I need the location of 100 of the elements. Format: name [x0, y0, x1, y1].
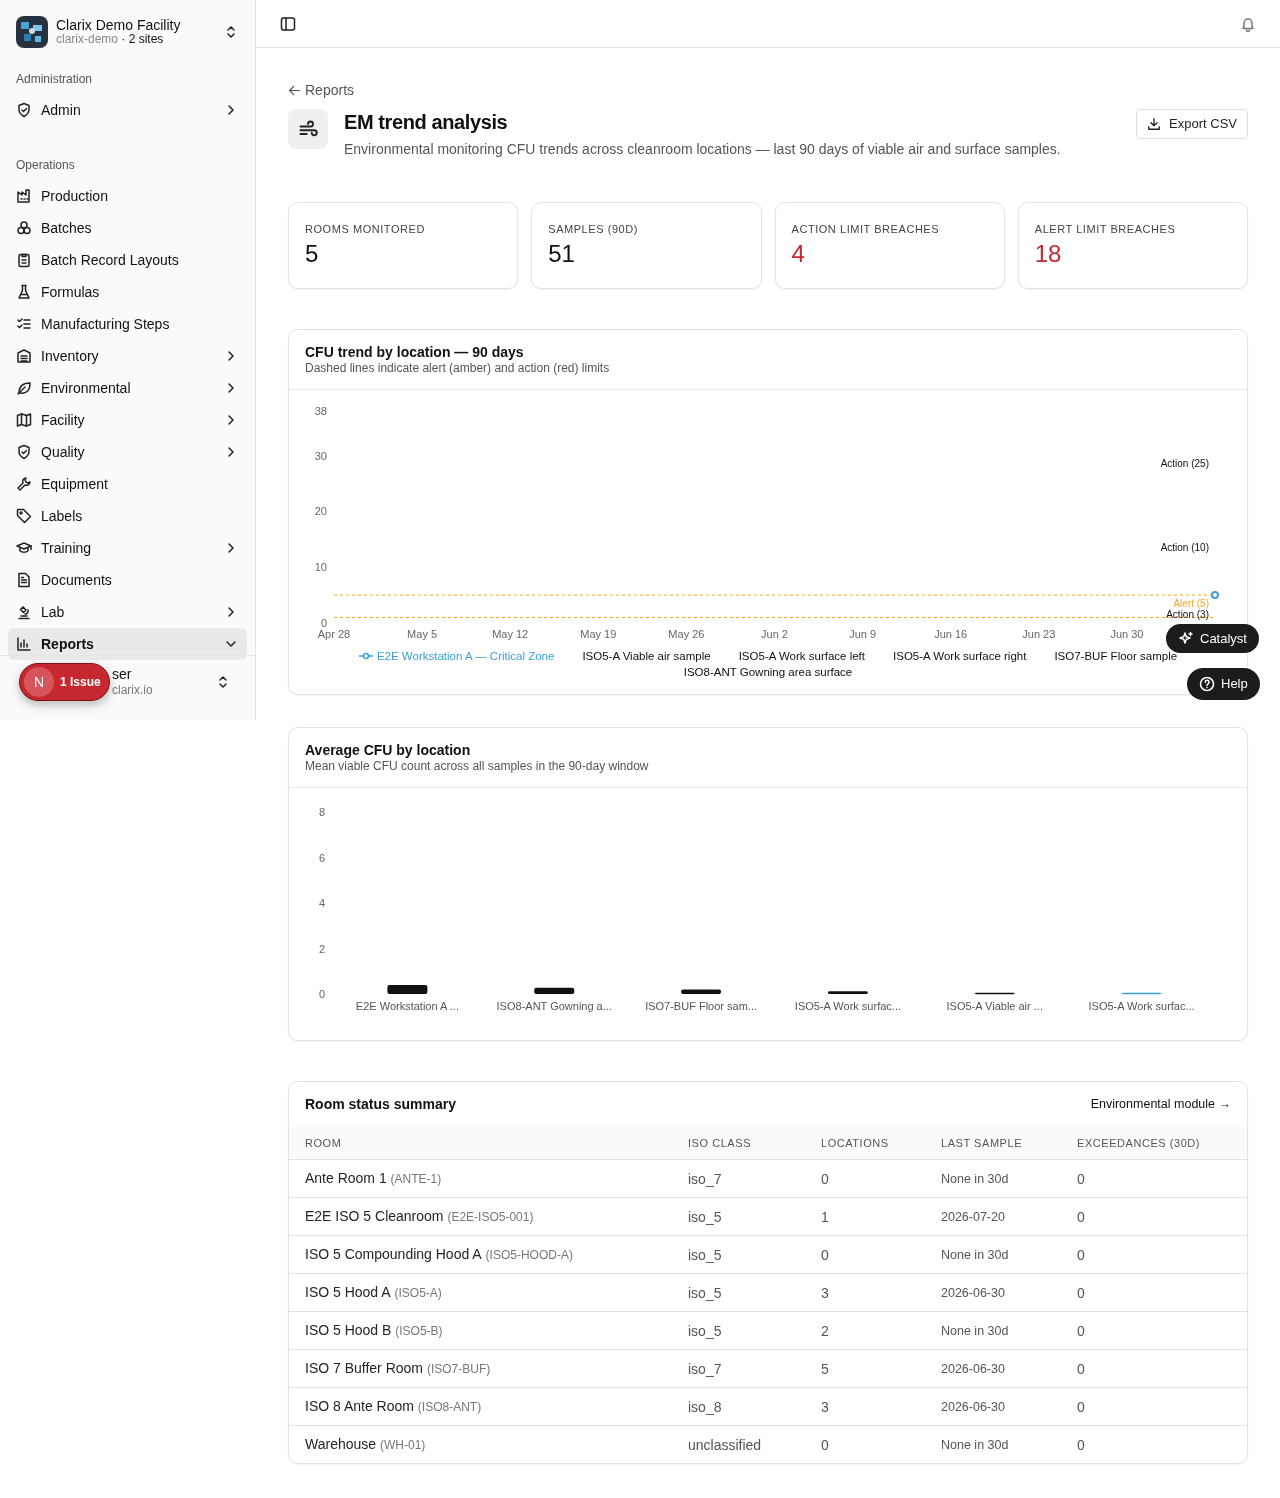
- sidebar-item[interactable]: Reports: [8, 628, 247, 660]
- table-cell: 3: [805, 1387, 925, 1426]
- sidebar-item[interactable]: Equipment: [8, 468, 247, 500]
- table-cell: 0: [1061, 1387, 1247, 1426]
- y-tick-label: 8: [318, 805, 325, 818]
- table-cell: 2026-06-30: [925, 1349, 1061, 1388]
- stat-value: 5: [305, 239, 320, 269]
- site-count: · 2 sites: [121, 32, 164, 47]
- y-tick-label: 4: [318, 896, 325, 909]
- sidebar-item[interactable]: Environmental: [8, 372, 247, 404]
- bell-icon[interactable]: [1240, 15, 1256, 32]
- stat-label: SAMPLES (90D): [548, 222, 639, 237]
- logo-icon: [16, 16, 48, 48]
- factory-icon: [16, 188, 32, 204]
- table-cell: iso_5: [672, 1273, 805, 1312]
- card-title: CFU trend by location — 90 days: [305, 343, 525, 362]
- sidebar-toggle-icon[interactable]: [280, 15, 296, 32]
- limit-label: Action (25): [1160, 457, 1209, 469]
- room-name: Ante Room 1: [305, 1170, 387, 1187]
- table-cell: iso_5: [672, 1235, 805, 1274]
- sidebar-item-label: Inventory: [41, 346, 99, 366]
- table-cell: 2026-06-30: [925, 1387, 1061, 1426]
- catalyst-button[interactable]: Catalyst: [1166, 624, 1259, 653]
- bar: [681, 989, 722, 994]
- flask-icon: [16, 284, 32, 300]
- table-cell: iso_7: [672, 1349, 805, 1388]
- bar-chart-icon: [16, 636, 32, 652]
- column-header: ISO CLASS: [672, 1126, 805, 1160]
- sparkle-icon: [1178, 630, 1194, 647]
- table-cell: iso_5: [672, 1197, 805, 1236]
- card-title: Average CFU by location: [305, 740, 472, 759]
- bar: [827, 990, 868, 994]
- sidebar-item[interactable]: Quality: [8, 436, 247, 468]
- room-code: (ISO5-HOOD-A): [485, 1248, 573, 1263]
- help-button[interactable]: Help: [1187, 668, 1260, 700]
- table-cell: 2: [805, 1311, 925, 1350]
- x-tick-label: Jun 30: [1110, 627, 1144, 640]
- user-email: clarix.io: [112, 682, 154, 698]
- sidebar-item-label: Reports: [41, 634, 94, 654]
- export-csv-button[interactable]: Export CSV: [1136, 109, 1248, 139]
- breadcrumb-link[interactable]: Reports: [305, 80, 355, 101]
- shield-icon: [16, 444, 32, 460]
- y-tick-label: 10: [314, 561, 327, 573]
- sidebar-item[interactable]: Documents: [8, 564, 247, 596]
- leaf-icon: [16, 380, 32, 396]
- sidebar-item[interactable]: Batches: [8, 212, 247, 244]
- section-heading: Administration: [15, 71, 94, 88]
- sidebar-item[interactable]: Labels: [8, 500, 247, 532]
- sidebar-item[interactable]: Facility: [8, 404, 247, 436]
- table-cell: 0: [805, 1235, 925, 1274]
- table-cell: 3: [805, 1273, 925, 1312]
- table-cell: 0: [1061, 1273, 1247, 1312]
- sidebar-item[interactable]: Inventory: [8, 340, 247, 372]
- sidebar-item[interactable]: Production: [8, 180, 247, 212]
- sidebar-item[interactable]: Batch Record Layouts: [8, 244, 247, 276]
- x-tick-label: May 26: [668, 627, 705, 640]
- sidebar-item-label: Labels: [41, 506, 83, 526]
- sidebar-item-label: Manufacturing Steps: [41, 314, 170, 334]
- module-link[interactable]: Environmental module →: [1090, 1094, 1231, 1114]
- x-tick-label: May 19: [580, 627, 617, 640]
- table-cell: 0: [1061, 1235, 1247, 1274]
- y-tick-label: 20: [314, 505, 327, 518]
- sidebar-item-label: Formulas: [41, 282, 100, 302]
- stat-value: 51: [548, 239, 576, 269]
- sidebar-item[interactable]: Training: [8, 532, 247, 564]
- sidebar-item[interactable]: Admin: [8, 94, 247, 126]
- sidebar-item-label: Batches: [41, 218, 92, 238]
- data-point: [1211, 590, 1219, 599]
- legend-label: ISO5-A Work surface right: [893, 648, 1027, 664]
- sidebar-item[interactable]: Manufacturing Steps: [8, 308, 247, 340]
- y-tick-label: 38: [314, 404, 327, 417]
- y-tick-label: 2: [318, 942, 325, 955]
- issues-badge[interactable]: N 1 Issue: [19, 663, 110, 701]
- room-name: E2E ISO 5 Cleanroom: [305, 1208, 444, 1225]
- legend-label: ISO8-ANT Gowning area surface: [683, 664, 853, 680]
- room-name: ISO 7 Buffer Room: [305, 1360, 423, 1377]
- org-slug: clarix-demo: [56, 32, 118, 47]
- page-subtitle: Environmental monitoring CFU trends across cleanroom locations — last 90 days of viable air and surface samples.: [344, 140, 1062, 159]
- x-tick-label: ISO5-A Work surfac...: [1088, 999, 1195, 1012]
- table-cell: 0: [805, 1425, 925, 1464]
- sidebar-item[interactable]: Lab: [8, 596, 247, 628]
- issues-label: 1 Issue: [60, 674, 101, 691]
- stat-value: 18: [1034, 239, 1063, 269]
- table-cell: None in 30d: [925, 1311, 1061, 1350]
- sidebar-item-label: Batch Record Layouts: [41, 250, 179, 270]
- x-tick-label: Jun 2: [761, 627, 788, 640]
- legend-label: ISO5-A Work surface left: [738, 648, 865, 664]
- legend-label: ISO5-A Viable air sample: [582, 648, 711, 664]
- table-cell: unclassified: [672, 1425, 805, 1464]
- org-name: Clarix Demo Facility: [56, 17, 182, 34]
- stat-label: ALERT LIMIT BREACHES: [1034, 222, 1177, 237]
- sidebar-item[interactable]: Formulas: [8, 276, 247, 308]
- x-tick-label: Jun 16: [934, 627, 968, 640]
- checklist-icon: [16, 316, 32, 332]
- document-icon: [16, 572, 32, 588]
- back-arrow-icon[interactable]: [288, 84, 301, 97]
- legend-marker-icon: [358, 651, 373, 660]
- clipboard-icon: [16, 252, 32, 268]
- user-name: ser: [112, 666, 133, 683]
- x-tick-label: May 12: [492, 627, 529, 640]
